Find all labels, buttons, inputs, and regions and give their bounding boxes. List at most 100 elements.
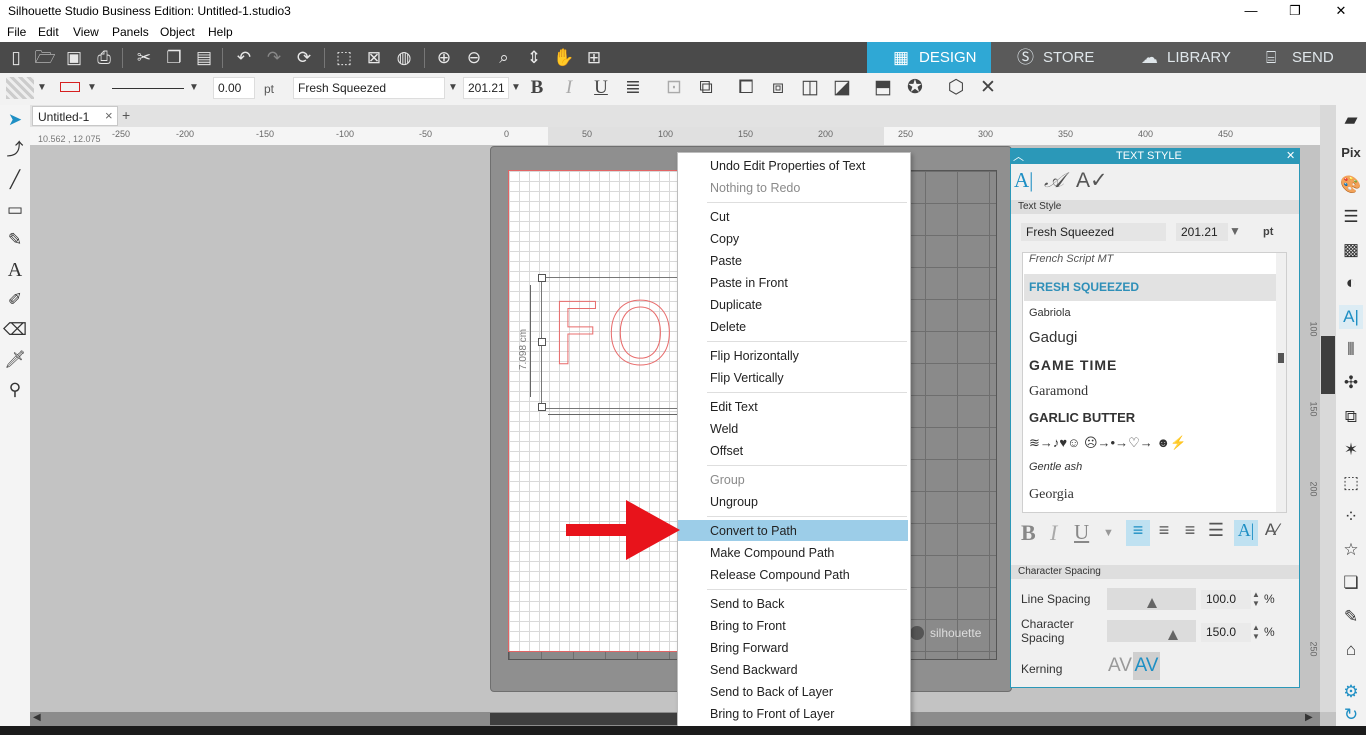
menu-item-offset[interactable]: Offset [710,444,743,458]
menu-item-send-backward[interactable]: Send Backward [710,663,798,677]
chevron-down-icon[interactable]: ▼ [447,77,459,99]
3d-box-icon[interactable]: ⬡ [945,77,967,99]
chevron-down-icon[interactable]: ▼ [36,77,48,99]
copy-icon[interactable]: ❐ [162,46,186,70]
font-item[interactable]: Gentle ash [1029,461,1082,473]
star-shape-icon[interactable]: ✪ [904,77,926,99]
panel-font-field[interactable]: Fresh Squeezed [1021,223,1166,241]
italic-icon[interactable]: I [1050,520,1070,546]
ungroup-icon[interactable]: ⧈ [767,77,789,99]
menu-item-flip-horizontally[interactable]: Flip Horizontally [710,349,799,363]
pan-hand-icon[interactable]: ✋ [552,46,576,70]
font-item[interactable]: Georgia [1029,487,1074,503]
deselect-icon[interactable]: ⊠ [362,46,386,70]
kerning-off-icon[interactable]: AV [1107,652,1133,680]
transform-icon[interactable]: ⊡ [663,77,685,99]
open-folder-icon[interactable]: 🗁 [33,46,57,70]
paste-icon[interactable]: ▤ [192,46,216,70]
align-icon[interactable]: ≣ [622,77,644,99]
menu-panels[interactable]: Panels [112,25,149,39]
font-select[interactable]: Fresh Squeezed [293,77,445,99]
scroll-left-icon[interactable]: ◀ [33,712,41,723]
align-left-icon[interactable]: ≡ [1126,520,1150,546]
save-icon[interactable]: ▣ [62,46,86,70]
rectangle-tool-icon[interactable]: ▭ [3,198,27,222]
menu-item-paste-in-front[interactable]: Paste in Front [710,276,788,290]
fill-color-swatch[interactable] [6,77,34,99]
modify-icon[interactable]: ⧉ [1339,405,1363,429]
font-item[interactable]: French Script MT [1029,253,1113,265]
weld-icon[interactable]: ⬒ [872,77,894,99]
font-tab-icon[interactable]: 𝒜 [1044,168,1072,194]
doc-tab-close-icon[interactable]: × [105,108,113,123]
italic-icon[interactable]: I [558,77,580,99]
menu-item-make-compound-path[interactable]: Make Compound Path [710,546,834,560]
vertical-scroll-thumb[interactable] [1321,336,1335,394]
zoom-select-icon[interactable]: ⌕ [492,46,516,70]
align-center-icon[interactable]: ≡ [1152,520,1176,546]
align-panel-icon[interactable]: ⫴ [1339,338,1363,362]
bold-icon[interactable]: B [526,77,548,99]
text-on-path-icon[interactable]: A⁄ [1260,520,1284,546]
menu-item-edit-text[interactable]: Edit Text [710,400,758,414]
char-spacing-slider-thumb[interactable] [1168,630,1178,640]
fit-to-page-icon[interactable]: ⊞ [582,46,606,70]
font-item-selected[interactable]: FRESH SQUEEZED [1029,280,1139,294]
chevron-down-icon[interactable]: ▼ [510,77,522,99]
minimize-button[interactable]: — [1228,0,1274,22]
menu-item-bring-forward[interactable]: Bring Forward [710,641,789,655]
layers-icon[interactable]: ❏ [1339,571,1363,595]
line-width-input[interactable]: 0.00 [213,77,255,99]
transform-panel-icon[interactable]: ✣ [1339,371,1363,395]
selection-handle[interactable] [538,338,546,346]
panel-size-field[interactable]: 201.21 [1176,223,1228,241]
menu-item-delete[interactable]: Delete [710,320,746,334]
menu-item-bring-to-front[interactable]: Bring to Front [710,619,786,633]
pixscan-icon[interactable]: Pix [1339,141,1363,165]
menu-item-weld[interactable]: Weld [710,422,738,436]
font-item[interactable]: GAME TIME [1029,357,1117,373]
select-all-icon[interactable]: ⬚ [332,46,356,70]
print-icon[interactable]: ⎙ [92,46,116,70]
font-item[interactable]: ≋→♪♥☺ ☹→•→♡→ ☻⚡ [1029,435,1186,451]
text-style-tab-icon[interactable]: A| [1014,168,1038,194]
bold-icon[interactable]: B [1021,520,1045,546]
underline-icon[interactable]: U [590,77,612,99]
sketch-panel-icon[interactable]: ✎ [1339,605,1363,629]
replicate-panel-icon[interactable]: ⁘ [1339,505,1363,529]
underline-icon[interactable]: U [1074,520,1096,546]
selection-handle[interactable] [538,403,546,411]
menu-item-redo[interactable]: Nothing to Redo [710,181,800,195]
font-size-input[interactable]: 201.21 [463,77,509,99]
line-style-icon[interactable]: ☰ [1339,205,1363,229]
stepper-icon[interactable]: ▲ ▼ [1252,623,1260,641]
font-item[interactable]: GARLIC BUTTER [1029,410,1135,425]
edit-points-icon[interactable]: ⤴ [3,138,27,162]
knife-tool-icon[interactable]: 🗡 [3,348,27,372]
tab-send[interactable]: ⌸ SEND [1240,42,1366,73]
kerning-on-icon[interactable]: AV [1133,652,1160,680]
line-color-swatch[interactable] [60,82,80,92]
text-style-icon[interactable]: A| [1339,305,1363,329]
menu-help[interactable]: Help [208,25,233,39]
font-item[interactable]: Gabriola [1029,307,1071,319]
restore-button[interactable]: ❐ [1272,0,1318,22]
nesting-icon[interactable]: ⌂ [1339,638,1363,662]
group-icon[interactable]: ⧠ [735,77,757,99]
eraser-tool-icon[interactable]: ⌫ [3,318,27,342]
selection-handle[interactable] [538,274,546,282]
new-file-icon[interactable]: ▯ [4,46,28,70]
select-by-color-icon[interactable]: ◍ [392,46,416,70]
menu-edit[interactable]: Edit [38,25,59,39]
chevron-down-icon[interactable]: ▼ [86,77,98,99]
chevron-down-icon[interactable]: ▼ [1103,527,1114,539]
text-direction-icon[interactable]: A| [1234,520,1258,546]
align-justify-icon[interactable]: ☰ [1204,520,1228,546]
pattern-icon[interactable]: ▩ [1339,238,1363,262]
menu-item-paste[interactable]: Paste [710,254,742,268]
text-tool-icon[interactable]: A [3,258,27,282]
align-right-icon[interactable]: ≡ [1178,520,1202,546]
menu-item-duplicate[interactable]: Duplicate [710,298,762,312]
close-x-icon[interactable]: ✕ [977,77,999,99]
menu-item-flip-vertically[interactable]: Flip Vertically [710,371,784,385]
